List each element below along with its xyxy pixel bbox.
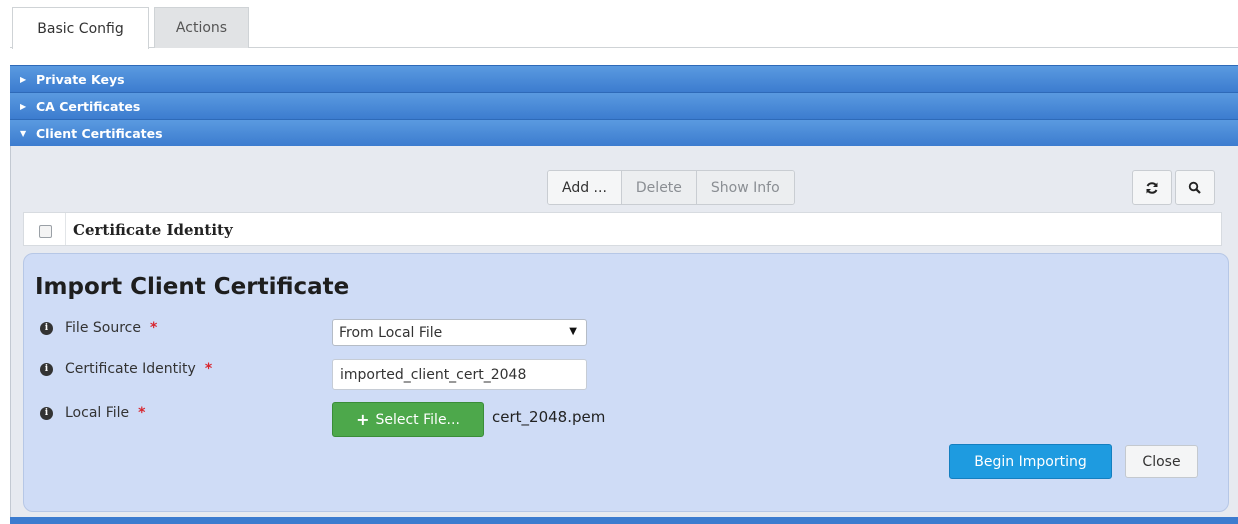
certificate-identity-label-text: Certificate Identity [65,361,196,377]
tab-bar: Basic Config Actions [10,0,1238,49]
show-info-button[interactable]: Show Info [696,171,794,204]
begin-importing-button[interactable]: Begin Importing [949,444,1112,479]
close-button[interactable]: Close [1125,445,1198,478]
certificate-identity-label: i Certificate Identity * [40,359,212,379]
select-file-button-label: Select File... [375,411,460,428]
arrow-right-icon: ▶ [20,74,27,84]
local-file-label: i Local File * [40,403,146,423]
select-file-button[interactable]: + Select File... [332,402,484,437]
accordion-private-keys-label: Private Keys [36,71,125,87]
dialog-title: Import Client Certificate [35,274,350,300]
required-marker: * [149,320,158,336]
tab-actions-label: Actions [175,20,228,36]
select-all-checkbox[interactable] [39,225,52,238]
plus-icon: + [356,410,370,429]
certificate-identity-value: imported_client_cert_2048 [340,366,527,383]
accordion-client-certificates-label: Client Certificates [36,125,163,141]
column-divider [65,213,66,245]
accordion-ca-certificates-label: CA Certificates [36,98,141,114]
caret-down-icon: ▼ [569,326,577,337]
local-file-label-text: Local File [65,405,130,421]
file-source-label: i File Source * [40,318,157,338]
file-source-label-text: File Source [65,320,141,336]
info-icon[interactable]: i [40,362,53,376]
accordion-bottom-border [10,517,1238,524]
arrow-down-icon: ▼ [20,128,27,138]
certificate-table-header: Certificate Identity [23,212,1222,246]
required-marker: * [138,405,146,421]
accordion-client-certificates[interactable]: ▼ Client Certificates [10,119,1238,146]
search-icon [1188,181,1201,194]
info-icon[interactable]: i [40,321,53,335]
arrow-right-icon: ▶ [20,101,27,111]
column-header-certificate-identity[interactable]: Certificate Identity [73,221,233,239]
required-marker: * [204,361,213,377]
accordion-ca-certificates[interactable]: ▶ CA Certificates [10,92,1238,119]
file-source-select-value: From Local File [339,324,443,341]
certificate-identity-input[interactable]: imported_client_cert_2048 [332,359,587,390]
file-source-select[interactable]: From Local File ▼ [332,319,587,346]
tab-actions[interactable]: Actions [154,7,249,48]
search-button[interactable] [1175,170,1215,205]
toolbar-button-group: Add ... Delete Show Info [547,170,795,205]
accordion-private-keys[interactable]: ▶ Private Keys [10,65,1238,92]
add-button[interactable]: Add ... [548,171,622,204]
delete-button[interactable]: Delete [621,171,697,204]
refresh-icon [1146,181,1158,194]
tab-basic-config[interactable]: Basic Config [12,7,149,49]
selected-filename: cert_2048.pem [492,408,606,426]
refresh-button[interactable] [1132,170,1172,205]
info-icon[interactable]: i [40,406,53,420]
tab-basic-config-label: Basic Config [37,20,124,37]
